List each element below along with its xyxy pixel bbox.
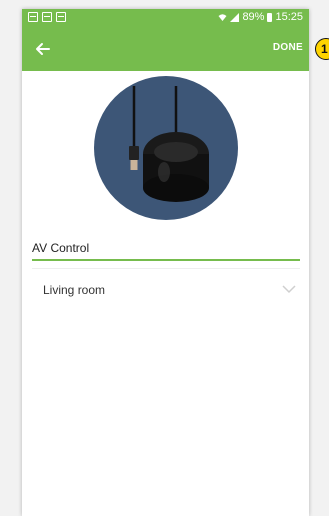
chevron-down-icon [282,285,296,294]
done-button[interactable]: DONE [273,42,303,53]
image-icon [28,12,38,22]
cast-icon [42,12,52,22]
back-button[interactable] [32,38,54,60]
divider [32,268,300,269]
status-bar-notifications [28,12,66,22]
battery-percent: 89% [242,11,265,23]
callout-badge: 1 [315,38,329,60]
back-arrow-icon [36,43,50,55]
status-bar: 89% 15:25 [22,9,309,27]
device-image [94,76,238,220]
room-dropdown[interactable]: Living room [32,279,300,305]
device-name-input[interactable] [32,237,300,259]
signal-icon [230,12,240,22]
room-selected-value: Living room [43,283,106,297]
gallery-icon [56,12,66,22]
phone-screen: 89% 15:25 DONE AV Control Living room [22,9,309,516]
clock: 15:25 [275,11,303,23]
status-bar-system: 89% 15:25 [218,11,303,23]
ir-blaster-device-icon [129,86,209,202]
device-name-field[interactable] [32,237,300,261]
app-toolbar: DONE [22,27,309,71]
battery-icon [267,12,273,22]
wifi-icon [218,13,227,22]
